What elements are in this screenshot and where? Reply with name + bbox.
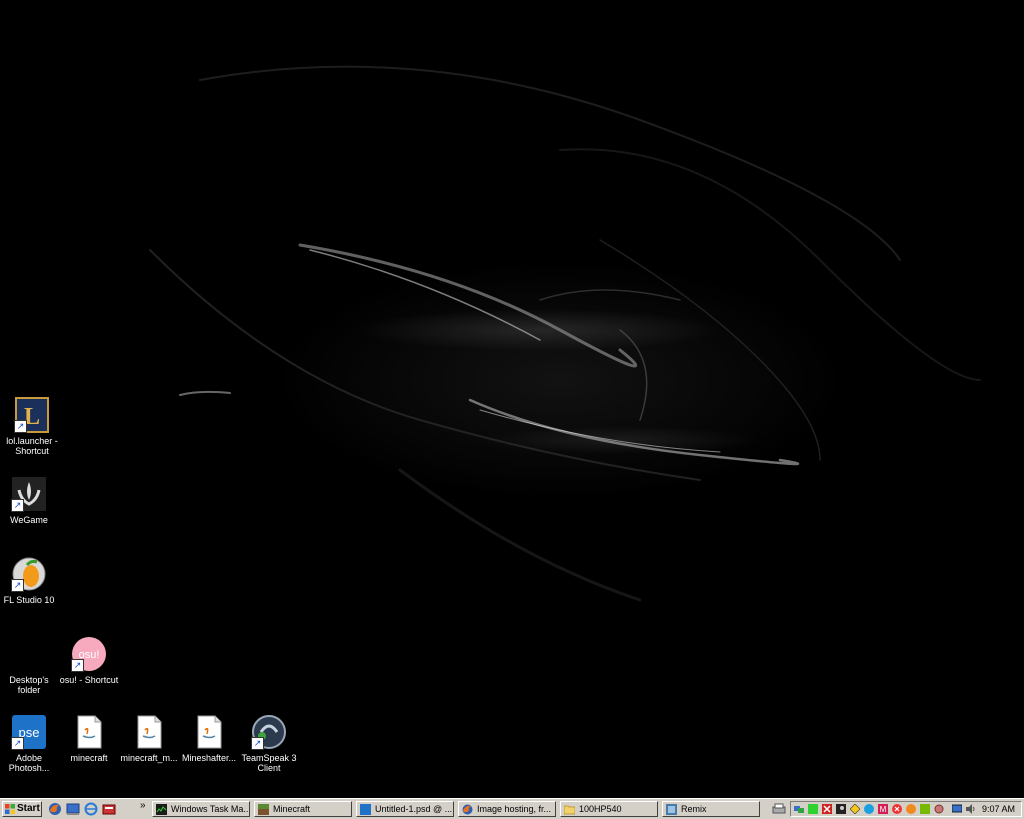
- desktop-icon-teamspeak[interactable]: ↗ TeamSpeak 3 Client: [237, 714, 301, 773]
- task-label: Remix: [681, 804, 707, 814]
- photoshop-icon: [360, 804, 371, 815]
- m-app-icon[interactable]: M: [878, 804, 888, 814]
- svg-text:M: M: [880, 805, 887, 814]
- task-label: Untitled-1.psd @ ...: [375, 804, 453, 814]
- desktop-icon-label: minecraft: [70, 753, 108, 763]
- green-app-icon[interactable]: [808, 804, 818, 814]
- desktop-icon-label: Mineshafter...: [181, 753, 237, 763]
- java-file-icon: [191, 714, 227, 750]
- task-button-remix[interactable]: Remix: [662, 801, 760, 817]
- task-button-100hp540[interactable]: 100HP540: [560, 801, 658, 817]
- task-button-minecraft[interactable]: Minecraft: [254, 801, 352, 817]
- start-label: Start: [17, 803, 40, 814]
- start-button[interactable]: Start: [2, 801, 42, 817]
- java-file-icon: [71, 714, 107, 750]
- task-label: Image hosting, fr...: [477, 804, 552, 814]
- wallpaper-swirl: [149, 65, 981, 602]
- task-button-photoshop[interactable]: Untitled-1.psd @ ...: [356, 801, 454, 817]
- shortcut-arrow-icon: ↗: [11, 499, 24, 512]
- desktop-icon-adobe-photoshop[interactable]: pse ↗ Adobe Photosh...: [0, 714, 61, 773]
- shortcut-arrow-icon: ↗: [14, 420, 27, 433]
- volume-icon[interactable]: [966, 804, 976, 814]
- task-button-task-manager[interactable]: Windows Task Ma...: [152, 801, 250, 817]
- task-label: Windows Task Ma...: [171, 804, 250, 814]
- system-tray: M 9:07 AM: [790, 801, 1022, 817]
- desktop-icon-label: Adobe Photosh...: [8, 753, 50, 773]
- skype-icon[interactable]: [864, 804, 874, 814]
- internet-explorer-icon[interactable]: [84, 802, 98, 816]
- clock[interactable]: 9:07 AM: [982, 802, 1015, 816]
- x-app-icon[interactable]: [822, 804, 832, 814]
- photoshop-elements-icon: pse ↗: [11, 714, 47, 750]
- shortcut-arrow-icon: ↗: [71, 659, 84, 672]
- red-x-icon[interactable]: [892, 804, 902, 814]
- norton-icon[interactable]: [850, 804, 860, 814]
- app-icon[interactable]: [102, 802, 116, 816]
- desktop-icon-mineshafter[interactable]: Mineshafter...: [177, 714, 241, 763]
- java-file-icon: [131, 714, 167, 750]
- desktop-icon-lol-launcher[interactable]: L ↗ lol.launcher - Shortcut: [0, 397, 64, 456]
- desktop-icon-label: Desktop's folder: [9, 675, 49, 695]
- league-of-legends-icon: L ↗: [14, 397, 50, 433]
- task-label: Minecraft: [273, 804, 311, 814]
- show-desktop-icon[interactable]: [66, 802, 80, 816]
- nvidia-icon[interactable]: [920, 804, 930, 814]
- orange-app-icon[interactable]: [906, 804, 916, 814]
- steam-icon[interactable]: [836, 804, 846, 814]
- task-manager-icon: [156, 804, 167, 815]
- fl-studio-icon: ↗: [11, 556, 47, 592]
- desktop-icon-label: TeamSpeak 3 Client: [241, 753, 297, 773]
- wegame-icon: ↗: [11, 476, 47, 512]
- taskbar: Start » Windows Task Ma... Minecraft Unt…: [0, 798, 1024, 819]
- desktop-icon-minecraft-m[interactable]: minecraft_m...: [117, 714, 181, 763]
- firefox-icon[interactable]: [48, 802, 62, 816]
- shortcut-arrow-icon: ↗: [251, 737, 264, 750]
- printer-icon[interactable]: [772, 803, 786, 815]
- desktop-icon-osu[interactable]: osu! ↗ osu! - Shortcut: [57, 636, 121, 685]
- minecraft-icon: [258, 804, 269, 815]
- windows-flag-icon: [5, 804, 15, 814]
- firefox-icon: [462, 804, 473, 815]
- desktop-icon-label: osu! - Shortcut: [59, 675, 119, 685]
- desktop-icon-desktops-folder[interactable]: Desktop's folder: [0, 636, 61, 695]
- app-icon: [666, 804, 677, 815]
- desktop-icon-label: WeGame: [10, 515, 48, 525]
- task-label: 100HP540: [579, 804, 622, 814]
- task-button-image-hosting[interactable]: Image hosting, fr...: [458, 801, 556, 817]
- teamspeak-icon: ↗: [251, 714, 287, 750]
- folder-icon: [11, 636, 47, 672]
- desktop-icon-label: FL Studio 10: [3, 595, 55, 605]
- quicklaunch-chevron[interactable]: »: [140, 800, 146, 811]
- desktop-icon-wegame[interactable]: ↗ WeGame: [0, 476, 61, 525]
- osu-icon: osu! ↗: [71, 636, 107, 672]
- desktop-icon-minecraft[interactable]: minecraft: [57, 714, 121, 763]
- shortcut-arrow-icon: ↗: [11, 737, 24, 750]
- desktop-icon-label: minecraft_m...: [120, 753, 178, 763]
- desktop[interactable]: L ↗ lol.launcher - Shortcut ↗ WeGame ↗ F…: [0, 0, 1024, 798]
- desktop-icon-fl-studio[interactable]: ↗ FL Studio 10: [0, 556, 61, 605]
- shortcut-arrow-icon: ↗: [11, 579, 24, 592]
- network-icon[interactable]: [794, 804, 804, 814]
- desktop-icon-label: lol.launcher - Shortcut: [6, 436, 58, 456]
- display-icon[interactable]: [952, 804, 962, 814]
- virus-icon[interactable]: [934, 804, 944, 814]
- folder-icon: [564, 805, 575, 815]
